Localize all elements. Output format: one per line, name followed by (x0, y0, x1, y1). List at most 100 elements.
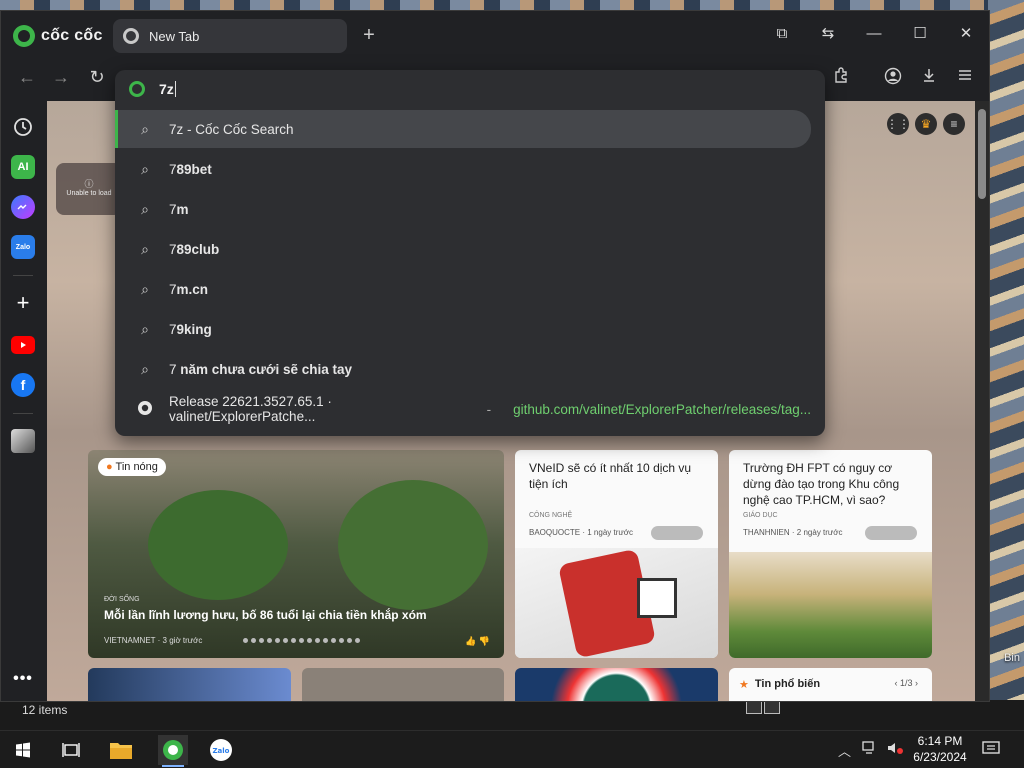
sidebar: AI Zalo + f ••• (1, 101, 45, 701)
like-dislike-icon[interactable]: 👍 👎 (465, 636, 490, 647)
unable-to-load-tile[interactable]: ⓘ Unable to load (56, 163, 122, 215)
photo-plant (148, 490, 288, 600)
news-card-partial[interactable] (515, 668, 718, 701)
address-input[interactable]: 7z (159, 81, 176, 97)
youtube-icon[interactable] (11, 336, 35, 354)
page-scrollbar[interactable] (975, 101, 989, 701)
crown-icon[interactable]: ♛ (915, 113, 937, 135)
popular-news-header: ★ Tin phổ biến (739, 678, 820, 691)
desktop-wallpaper-strip (0, 0, 1024, 10)
suggestion-item[interactable]: ⌕ 7z - Cốc Cốc Search (115, 110, 811, 148)
settings-sliders-icon[interactable]: ≡ (943, 113, 965, 135)
card-title: VNeID sẽ có ít nhất 10 dịch vụ tiện ích (529, 461, 692, 491)
github-icon (137, 400, 153, 419)
apps-grid-icon[interactable]: ⋮⋮ (886, 113, 910, 135)
history-suggestion-item[interactable]: Release 22621.3527.65.1 · valinet/Explor… (115, 390, 811, 428)
messenger-icon[interactable] (11, 195, 35, 219)
close-button[interactable]: ✕ (943, 19, 989, 47)
reaction-pill[interactable] (651, 526, 703, 540)
suggestion-item[interactable]: ⌕ 79king (115, 310, 811, 348)
scrollbar-thumb[interactable] (978, 109, 986, 199)
items-count: 12 items (22, 703, 68, 717)
menu-icon[interactable] (953, 67, 977, 88)
clock-time: 6:14 PM (917, 734, 963, 748)
omnibox-dropdown: 7z ⌕ 7z - Cốc Cốc Search ⌕ 789bet ⌕ 7m ⌕… (115, 70, 825, 436)
volume-muted-icon[interactable] (886, 741, 904, 758)
taskbar: Zalo ︿ 6:14 PM 6/23/2024 (0, 730, 1024, 768)
search-icon: ⌕ (141, 280, 149, 297)
suggestion-item[interactable]: ⌕ 789club (115, 230, 811, 268)
carousel-dots[interactable] (243, 638, 360, 643)
chevron-up-icon[interactable]: ︿ (838, 741, 851, 760)
add-app-icon[interactable]: + (11, 290, 35, 315)
search-icon: ⌕ (141, 320, 149, 337)
back-button[interactable]: ← (15, 67, 39, 88)
system-clock[interactable]: 6:14 PM 6/23/2024 (908, 733, 972, 765)
new-tab-button[interactable]: + (359, 25, 379, 45)
reload-button[interactable]: ↻ (85, 67, 109, 88)
suggestion-item[interactable]: ⌕ 7m.cn (115, 270, 811, 308)
ai-assistant-icon[interactable]: AI (11, 155, 35, 179)
card-source: VIETNAMNET (104, 636, 156, 645)
zalo-taskbar-icon[interactable]: Zalo (206, 735, 236, 765)
extensions-icon[interactable] (829, 67, 853, 88)
game-app-icon[interactable] (11, 429, 35, 453)
profile-icon[interactable] (881, 67, 905, 90)
card-category: CÔNG NGHỆ (529, 512, 573, 519)
brand-name: cốc cốc (41, 27, 103, 44)
windows-start-icon[interactable] (8, 735, 38, 765)
news-card[interactable]: VNeID sẽ có ít nhất 10 dịch vụ tiện ích … (515, 450, 718, 658)
hot-news-badge: ● Tin nóng (98, 458, 166, 476)
coccoc-taskbar-icon[interactable] (158, 735, 188, 767)
notification-icon[interactable] (982, 741, 1000, 760)
popular-news-card[interactable]: ★ Tin phổ biến ‹ 1/3 › (729, 668, 932, 701)
task-view-icon[interactable] (56, 735, 86, 765)
forward-button[interactable]: → (49, 67, 73, 88)
news-card-partial[interactable] (88, 668, 291, 701)
icons-view-button[interactable] (764, 700, 780, 714)
browser-logo[interactable]: cốc cốc (13, 25, 103, 47)
fire-icon: ● (106, 461, 113, 473)
maximize-button[interactable]: ☐ (897, 19, 943, 47)
suggestion-item[interactable]: ⌕ 7 năm chưa cưới sẽ chia tay (115, 350, 811, 388)
search-icon: ⌕ (141, 200, 149, 217)
card-time: · 1 ngày trước (582, 528, 633, 537)
window-controls: ⧉ ⇆ — ☐ ✕ (759, 19, 989, 47)
tab-new-tab[interactable]: New Tab (113, 19, 347, 53)
sidebar-divider (13, 275, 33, 276)
more-icon[interactable]: ••• (11, 667, 35, 691)
cast-icon[interactable]: ⧉ (759, 19, 805, 47)
search-icon: ⌕ (141, 360, 149, 377)
card-headline: Mỗi lần lĩnh lương hưu, bố 86 tuổi lại c… (104, 608, 427, 622)
qr-code-image (637, 578, 677, 618)
info-icon: ⓘ (84, 179, 94, 189)
popular-news-label: Tin phổ biến (754, 678, 821, 690)
card-meta: VIETNAMNET · 3 giờ trước (104, 636, 202, 645)
news-card[interactable]: Trường ĐH FPT có nguy cơ dừng đào tạo tr… (729, 450, 932, 658)
card-title: Trường ĐH FPT có nguy cơ dừng đào tạo tr… (743, 461, 900, 507)
minimize-button[interactable]: — (851, 19, 897, 47)
file-explorer-icon[interactable] (106, 735, 136, 765)
card-image (729, 552, 932, 658)
coccoc-logo-icon (13, 25, 35, 47)
suggestion-item[interactable]: ⌕ 7m (115, 190, 811, 228)
card-time: · 3 giờ trước (157, 636, 203, 645)
download-icon[interactable] (917, 67, 941, 88)
next-icon: › (915, 678, 918, 688)
facebook-icon[interactable]: f (11, 373, 35, 397)
details-view-button[interactable] (746, 700, 762, 714)
sidebar-toggle-icon[interactable]: ⇆ (805, 19, 851, 47)
history-icon[interactable] (11, 115, 35, 139)
zalo-icon[interactable]: Zalo (11, 235, 35, 259)
network-icon[interactable] (862, 741, 878, 758)
title-bar: cốc cốc New Tab + ⧉ ⇆ — ☐ ✕ (1, 11, 989, 55)
browser-window: cốc cốc New Tab + ⧉ ⇆ — ☐ ✕ ← → ↻ AI Zal… (0, 10, 990, 702)
reaction-pill[interactable] (865, 526, 917, 540)
popular-pager[interactable]: ‹ 1/3 › (894, 678, 918, 688)
news-card-featured[interactable]: ● Tin nóng ĐỜI SỐNG Mỗi lần lĩnh lương h… (88, 450, 504, 658)
news-card-partial[interactable] (302, 668, 504, 701)
suggestion-item[interactable]: ⌕ 789bet (115, 150, 811, 188)
desktop-icon-label[interactable]: Bin (1004, 652, 1020, 664)
card-category: ĐỜI SỐNG (104, 596, 140, 603)
address-bar[interactable]: 7z (115, 70, 825, 108)
